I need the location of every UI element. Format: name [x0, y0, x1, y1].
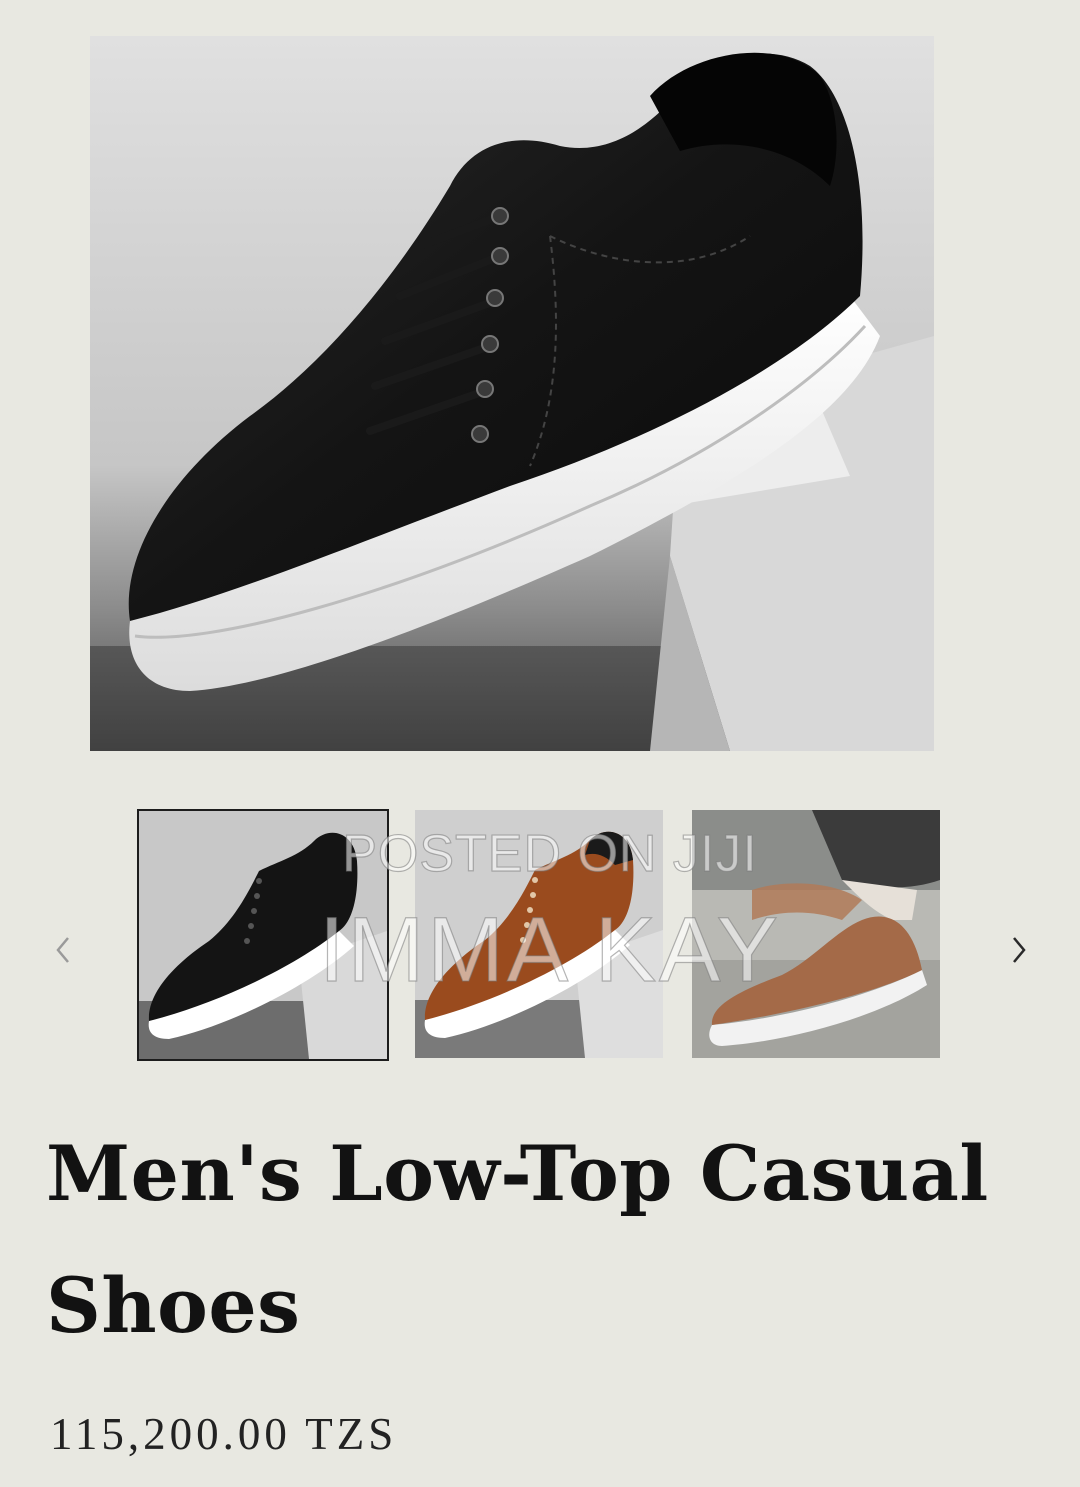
main-product-image[interactable] — [90, 36, 934, 751]
chevron-right-icon — [1013, 937, 1026, 963]
carousel-prev-button[interactable] — [38, 925, 88, 975]
thumbnail-black-sneaker[interactable] — [137, 809, 389, 1061]
product-title: Men's Low-Top Casual Shoes — [46, 1129, 989, 1350]
brown-sneaker-thumbnail-image — [415, 810, 663, 1058]
black-sneaker-thumbnail-image — [139, 811, 387, 1059]
black-sneaker-illustration — [90, 36, 934, 751]
carousel-next-button[interactable] — [994, 925, 1044, 975]
thumbnail-brown-sneaker[interactable] — [415, 810, 663, 1058]
thumbnail-tan-sneaker-worn[interactable] — [692, 810, 940, 1058]
tan-sneaker-worn-thumbnail-image — [692, 810, 940, 1058]
chevron-left-icon — [56, 937, 69, 963]
product-price: 115,200.00 TZS — [50, 1409, 398, 1459]
